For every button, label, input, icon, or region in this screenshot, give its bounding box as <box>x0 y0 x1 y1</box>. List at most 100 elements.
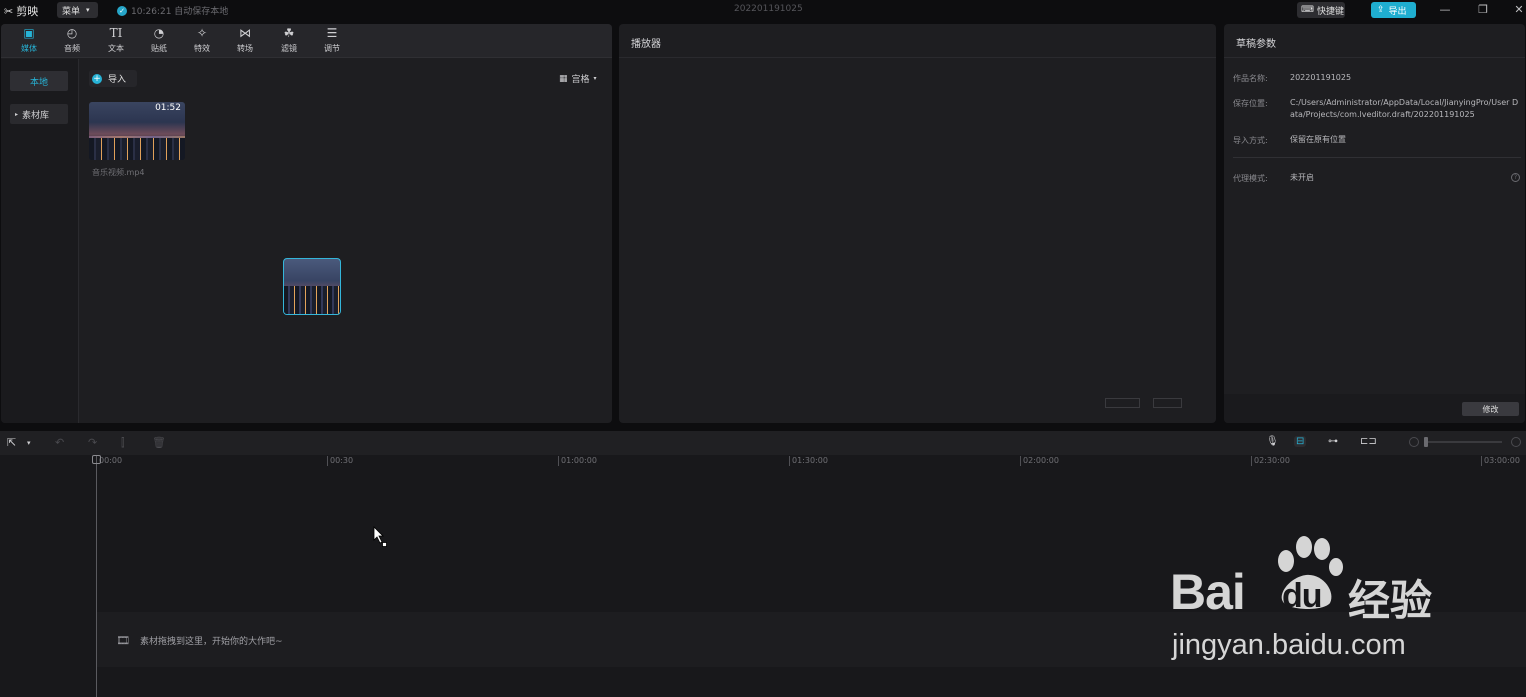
media-icon: ▣ <box>23 26 35 40</box>
tab-label: 调节 <box>324 44 340 53</box>
preview-axis-icon[interactable]: ⊏⊐ <box>1360 436 1377 447</box>
app-name: 剪映 <box>16 5 39 18</box>
zoom-slider-handle[interactable] <box>1424 437 1428 447</box>
tick-label: 01:00:00 <box>558 456 597 466</box>
tab-filter[interactable]: ☘ 滤镜 <box>269 26 309 56</box>
tab-transition[interactable]: ⋈ 转场 <box>225 26 265 56</box>
watermark-brand-cn: 经验 <box>1348 576 1433 625</box>
aspect-ratio-button[interactable] <box>1105 398 1140 408</box>
tab-label: 媒体 <box>21 44 37 53</box>
redo-icon[interactable]: ↷ <box>88 436 97 449</box>
clip-duration: 01:52 <box>155 103 181 113</box>
media-clip-thumbnail[interactable]: 01:52 <box>89 102 185 160</box>
drop-hint-text: 素材拖拽到这里，开始你的大作吧~ <box>139 637 283 647</box>
player-panel: 播放器 <box>619 24 1216 423</box>
draft-footer: 修改 <box>1224 394 1525 423</box>
fullscreen-button[interactable] <box>1153 398 1182 408</box>
maximize-icon[interactable]: ❐ <box>1475 3 1491 16</box>
capcut-logo-icon: ✂ <box>4 4 14 18</box>
view-mode-label: 宫格 <box>571 75 590 85</box>
tab-adjust[interactable]: ☰ 调节 <box>312 26 352 56</box>
path-value: C:/Users/Administrator/AppData/Local/Jia… <box>1290 98 1519 119</box>
mouse-cursor-icon <box>373 526 387 547</box>
view-mode-dropdown[interactable]: ▦ 宫格 ▾ <box>559 72 597 86</box>
plus-icon: + <box>92 73 102 84</box>
player-viewport <box>619 59 1216 393</box>
filter-icon: ☘ <box>283 26 295 40</box>
sidebar-item-local[interactable]: 本地 <box>10 71 68 91</box>
link-icon[interactable]: ⊶ <box>1328 436 1338 447</box>
sidebar-item-library[interactable]: ▸ 素材库 <box>10 104 68 124</box>
grid-icon: ▦ <box>559 73 568 84</box>
sticker-icon: ◔ <box>153 26 165 40</box>
keyboard-icon: ⌨ <box>1301 5 1314 15</box>
film-icon: 🎞 <box>116 634 130 647</box>
audio-icon: ◴ <box>66 26 78 40</box>
draft-params-title: 草稿参数 <box>1224 24 1525 58</box>
close-icon[interactable]: ✕ <box>1511 3 1526 16</box>
split-icon[interactable]: ⫿ <box>121 436 125 450</box>
menu-label: 菜单 <box>62 6 81 17</box>
export-icon: ⇪ <box>1377 5 1385 15</box>
watermark-url: jingyan.baidu.com <box>1172 629 1406 661</box>
chevron-down-icon: ▾ <box>593 75 597 82</box>
delete-icon[interactable]: 🗑 <box>152 436 166 449</box>
chevron-down-icon[interactable]: ▾ <box>27 439 31 447</box>
tab-text[interactable]: TI 文本 <box>96 26 136 56</box>
export-button[interactable]: ⇪ 导出 <box>1371 2 1416 18</box>
tab-sticker[interactable]: ◔ 贴纸 <box>139 26 179 56</box>
tick-label: 01:30:00 <box>789 456 828 466</box>
text-icon: TI <box>109 26 123 40</box>
watermark-brand-du: du <box>1282 577 1323 615</box>
undo-icon[interactable]: ↶ <box>55 436 64 449</box>
draft-params-panel: 草稿参数 作品名称: 202201191025 保存位置: C:/Users/A… <box>1224 24 1525 423</box>
zoom-out-icon[interactable] <box>1409 437 1419 447</box>
name-label: 作品名称: <box>1233 74 1268 83</box>
clip-filename: 音乐视频.mp4 <box>92 168 145 177</box>
modify-button[interactable]: 修改 <box>1462 402 1519 416</box>
tab-label: 贴纸 <box>151 44 167 53</box>
tick-label: 00:30 <box>327 456 353 466</box>
drop-hint: 🎞 素材拖拽到这里，开始你的大作吧~ <box>116 634 283 647</box>
dragging-clip-preview[interactable] <box>283 258 341 315</box>
check-icon: ✓ <box>117 5 127 16</box>
path-label: 保存位置: <box>1233 99 1268 108</box>
shortcut-button[interactable]: ⌨ 快捷键 <box>1297 2 1345 18</box>
tab-label: 文本 <box>108 44 124 53</box>
transition-icon: ⋈ <box>239 26 251 40</box>
import-button[interactable]: + 导入 <box>89 70 137 87</box>
playhead-handle[interactable] <box>92 455 101 464</box>
minimize-icon[interactable]: — <box>1437 3 1453 16</box>
zoom-slider[interactable] <box>1424 441 1502 443</box>
autosave-status: ✓ 10:26:21 自动保存本地 <box>117 4 228 17</box>
shortcut-label: 快捷键 <box>1317 6 1345 17</box>
player-title: 播放器 <box>619 24 1216 58</box>
baidu-watermark: Bai du 经验 jingyan.baidu.com <box>1170 533 1450 663</box>
app-logo: ✂ 剪映 <box>4 3 38 19</box>
tab-effects[interactable]: ✧ 特效 <box>182 26 222 56</box>
select-tool-icon[interactable]: ⇱ <box>7 436 16 449</box>
media-panel: ▣ 媒体 ◴ 音频 TI 文本 ◔ 贴纸 ✧ 特效 ⋈ 转场 ☘ 滤镜 ☰ 调节 <box>1 24 612 423</box>
export-label: 导出 <box>1388 6 1407 17</box>
tool-tabs: ▣ 媒体 ◴ 音频 TI 文本 ◔ 贴纸 ✧ 特效 ⋈ 转场 ☘ 滤镜 ☰ 调节 <box>1 24 612 58</box>
tab-audio[interactable]: ◴ 音频 <box>52 26 92 56</box>
timeline-toolbar: ⇱ ▾ ↶ ↷ ⫿ 🗑 🎙 ⊟ ⊶ ⊏⊐ <box>0 431 1526 455</box>
tab-media[interactable]: ▣ 媒体 <box>9 26 49 56</box>
project-title: 202201191025 <box>734 4 803 14</box>
menu-button[interactable]: 菜单 ▾ <box>57 2 98 18</box>
media-sidebar: 本地 ▸ 素材库 <box>1 59 79 423</box>
main-track-magnet-icon[interactable]: ⊟ <box>1294 436 1307 447</box>
caret-right-icon: ▸ <box>15 110 19 118</box>
tick-label: 02:30:00 <box>1251 456 1290 466</box>
time-ruler: 00:00 00:30 01:00:00 01:30:00 02:00:00 0… <box>0 455 1526 467</box>
zoom-in-icon[interactable] <box>1511 437 1521 447</box>
import-mode-value: 保留在原有位置 <box>1290 135 1346 144</box>
proxy-value: 未开启 <box>1290 173 1314 182</box>
import-label: 导入 <box>108 75 127 85</box>
tab-label: 转场 <box>237 44 253 53</box>
tab-label: 特效 <box>194 44 210 53</box>
playhead[interactable] <box>96 455 97 697</box>
help-icon[interactable]: ? <box>1511 173 1520 182</box>
title-bar: ✂ 剪映 菜单 ▾ ✓ 10:26:21 自动保存本地 202201191025… <box>0 0 1526 22</box>
microphone-icon[interactable]: 🎙 <box>1266 436 1279 447</box>
